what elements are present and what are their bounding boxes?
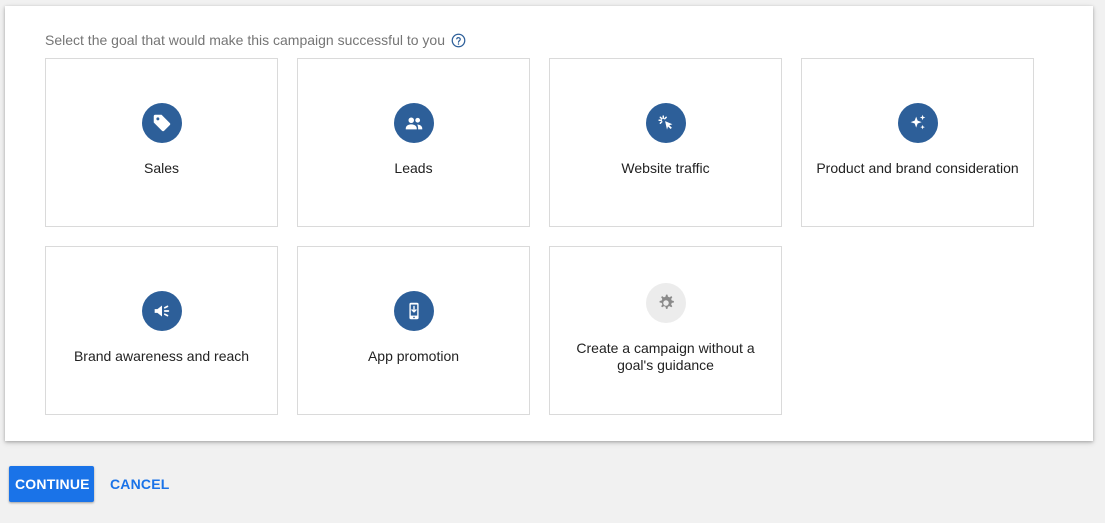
goal-tile-website-traffic[interactable]: Website traffic xyxy=(549,58,782,227)
goal-tile-no-guidance[interactable]: Create a campaign without a goal's guida… xyxy=(549,246,782,415)
goal-label: Brand awareness and reach xyxy=(73,348,250,364)
sparkle-icon xyxy=(897,103,938,143)
goal-tile-leads[interactable]: Leads xyxy=(297,58,530,227)
megaphone-icon xyxy=(141,291,182,331)
gear-icon xyxy=(645,283,686,323)
goal-label: Sales xyxy=(143,160,180,176)
goal-label: Leads xyxy=(394,160,433,176)
goal-tile-brand-awareness[interactable]: Brand awareness and reach xyxy=(45,246,278,415)
goal-label: Product and brand consideration xyxy=(816,160,1019,176)
goal-selection-panel: Select the goal that would make this cam… xyxy=(5,6,1093,441)
goal-label: Create a campaign without a goal's guida… xyxy=(576,340,755,373)
help-circle-icon[interactable] xyxy=(451,33,466,48)
goal-prompt-text: Select the goal that would make this cam… xyxy=(45,32,445,48)
goal-tile-sales[interactable]: Sales xyxy=(45,58,278,227)
goal-label: App promotion xyxy=(367,348,460,364)
people-icon xyxy=(393,103,434,143)
cursor-click-icon xyxy=(645,103,686,143)
goal-label: Website traffic xyxy=(621,160,710,176)
goal-tile-app-promotion[interactable]: App promotion xyxy=(297,246,530,415)
tag-icon xyxy=(141,103,182,143)
cancel-button[interactable]: CANCEL xyxy=(100,466,180,502)
goal-prompt: Select the goal that would make this cam… xyxy=(45,32,466,48)
continue-button[interactable]: CONTINUE xyxy=(9,466,94,502)
goal-tile-product-brand-consideration[interactable]: Product and brand consideration xyxy=(801,58,1034,227)
phone-download-icon xyxy=(393,291,434,331)
